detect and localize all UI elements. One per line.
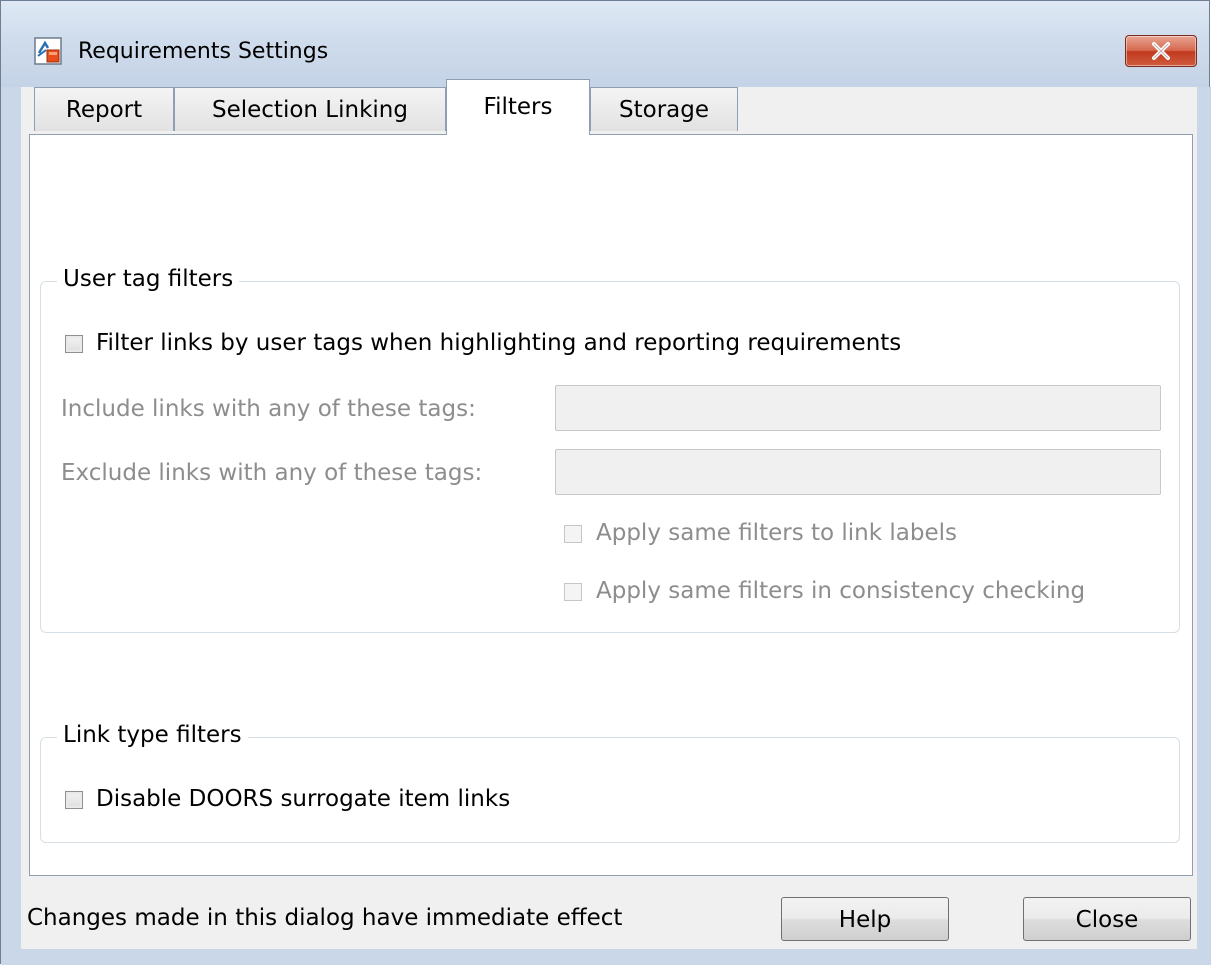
- title-bar[interactable]: Requirements Settings: [1, 1, 1209, 87]
- user-tag-filters-title: User tag filters: [57, 266, 240, 292]
- window-title: Requirements Settings: [78, 39, 329, 64]
- include-tags-label: Include links with any of these tags:: [61, 396, 476, 422]
- user-tag-filters-group: User tag filters Filter links by user ta…: [40, 266, 1180, 633]
- link-type-filters-group: Link type filters Disable DOORS surrogat…: [40, 722, 1180, 843]
- exclude-tags-label: Exclude links with any of these tags:: [61, 460, 483, 486]
- tab-selection-linking[interactable]: Selection Linking: [174, 87, 446, 131]
- apply-filters-link-labels-label[interactable]: Apply same filters to link labels: [596, 520, 957, 546]
- window-close-button[interactable]: [1125, 35, 1197, 67]
- apply-filters-consistency-label[interactable]: Apply same filters in consistency checki…: [596, 578, 1085, 604]
- tab-report[interactable]: Report: [34, 87, 174, 131]
- disable-doors-surrogate-label[interactable]: Disable DOORS surrogate item links: [96, 786, 510, 812]
- help-button[interactable]: Help: [781, 897, 949, 941]
- apply-filters-consistency-checkbox[interactable]: [564, 583, 582, 601]
- apply-filters-link-labels-checkbox[interactable]: [564, 525, 582, 543]
- disable-doors-surrogate-checkbox[interactable]: [65, 791, 83, 809]
- tab-storage[interactable]: Storage: [590, 87, 738, 131]
- window-frame-right: [1197, 87, 1211, 965]
- window-frame-left: [1, 87, 21, 965]
- requirements-settings-dialog: Requirements Settings Report Selection L…: [0, 0, 1211, 965]
- tab-filters[interactable]: Filters: [446, 79, 590, 135]
- window-frame-bottom: [1, 949, 1211, 965]
- exclude-tags-input[interactable]: [555, 449, 1161, 495]
- filter-by-user-tags-label[interactable]: Filter links by user tags when highlight…: [96, 330, 901, 356]
- filter-by-user-tags-checkbox[interactable]: [65, 335, 83, 353]
- include-tags-input[interactable]: [555, 385, 1161, 431]
- close-button[interactable]: Close: [1023, 897, 1191, 941]
- filters-tab-panel: User tag filters Filter links by user ta…: [29, 134, 1193, 876]
- simulink-requirements-icon: [34, 37, 62, 65]
- immediate-effect-note: Changes made in this dialog have immedia…: [27, 905, 623, 931]
- link-type-filters-title: Link type filters: [57, 722, 248, 748]
- close-icon: [1152, 42, 1170, 60]
- dialog-client-area: Report Selection Linking Filters Storage…: [21, 79, 1197, 949]
